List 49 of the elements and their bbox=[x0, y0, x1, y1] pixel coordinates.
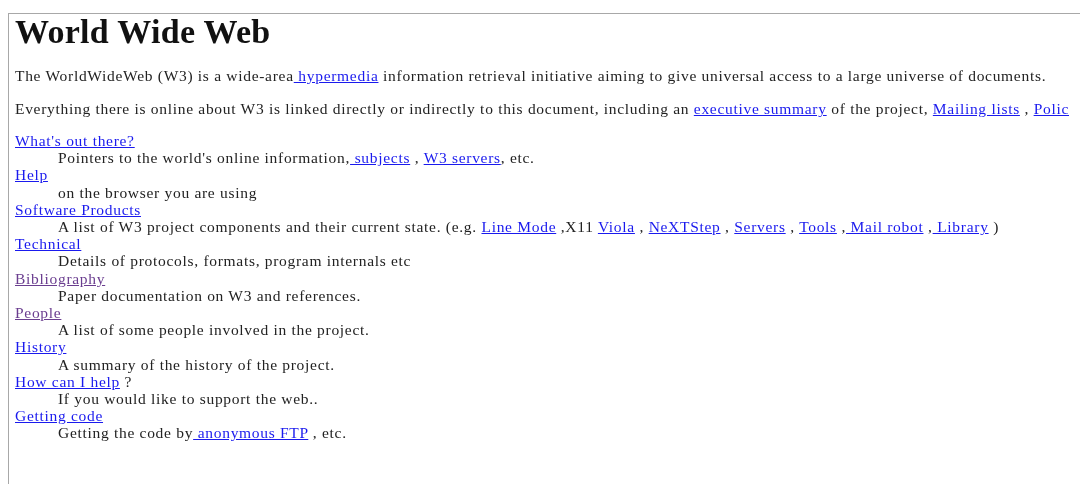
link[interactable]: History bbox=[15, 338, 67, 356]
text: , bbox=[927, 218, 933, 235]
link[interactable]: executive summary bbox=[693, 100, 827, 117]
page-title: World Wide Web bbox=[15, 14, 272, 50]
link[interactable]: Mail robot bbox=[846, 218, 924, 235]
text: A summary of the history of the project. bbox=[58, 355, 335, 373]
link[interactable]: W3 servers bbox=[423, 149, 501, 167]
text: , bbox=[789, 218, 796, 235]
text: , etc. bbox=[500, 149, 535, 167]
text: of the project, bbox=[830, 100, 930, 117]
link[interactable]: anonymous FTP bbox=[193, 424, 309, 442]
link[interactable]: How can I help bbox=[15, 372, 120, 390]
text: If you would like to support the web.. bbox=[58, 390, 319, 408]
link[interactable]: subjects bbox=[350, 149, 411, 167]
link[interactable]: Polic bbox=[1033, 100, 1069, 117]
text: Everything there is online about W3 is linked directly or indirectly to this document, including an bbox=[15, 100, 691, 117]
text: A list of W3 project components and their current state. (e.g. bbox=[58, 218, 478, 235]
text: ) bbox=[992, 218, 999, 235]
link[interactable]: What's out there? bbox=[15, 132, 135, 149]
text: , bbox=[638, 218, 646, 235]
link[interactable]: Software Products bbox=[15, 200, 141, 218]
text: Details of protocols, formats, program internals etc bbox=[58, 252, 412, 270]
link[interactable]: Technical bbox=[15, 235, 82, 253]
text: A list of some people involved in the project. bbox=[58, 321, 370, 339]
text: , bbox=[413, 149, 421, 167]
link[interactable]: Tools bbox=[799, 218, 837, 235]
link[interactable]: Help bbox=[15, 166, 48, 184]
text: , bbox=[1023, 100, 1031, 117]
link[interactable]: Getting code bbox=[15, 407, 104, 425]
link[interactable]: Line Mode bbox=[481, 218, 557, 235]
link[interactable]: Mailing lists bbox=[932, 100, 1020, 117]
link[interactable]: NeXTStep bbox=[648, 218, 721, 235]
text: on the browser you are using bbox=[58, 183, 258, 201]
link[interactable]: Library bbox=[932, 218, 989, 235]
text: , etc. bbox=[311, 424, 347, 442]
text: The WorldWideWeb (W3) is a wide-area bbox=[15, 67, 294, 84]
text: ,X11 bbox=[559, 218, 595, 235]
text: Paper documentation on W3 and references. bbox=[58, 286, 361, 304]
text: Getting the code by bbox=[58, 424, 194, 442]
link[interactable]: Servers bbox=[734, 218, 786, 235]
text: , bbox=[724, 218, 731, 235]
text: Pointers to the world's online information, bbox=[58, 149, 351, 167]
link[interactable]: hypermedia bbox=[293, 67, 379, 84]
text: ? bbox=[124, 372, 133, 390]
link[interactable]: Bibliography bbox=[15, 269, 106, 287]
link[interactable]: Viola bbox=[597, 218, 635, 235]
link[interactable]: People bbox=[15, 304, 62, 322]
text: , bbox=[840, 218, 846, 235]
text: information retrieval initiative aiming to give universal access to a large universe of documents. bbox=[382, 67, 1047, 84]
